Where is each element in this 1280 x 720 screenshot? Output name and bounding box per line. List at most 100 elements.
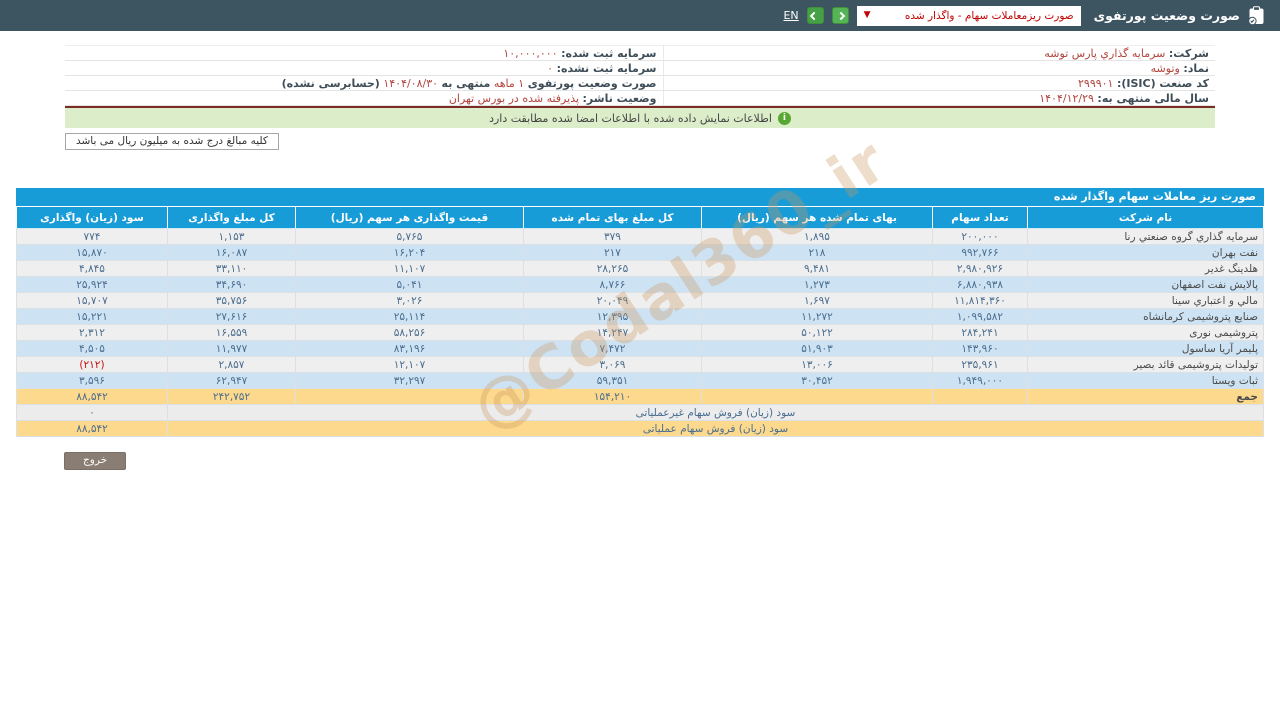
- nonoperating-profit-row: سود (زیان) فروش سهام غیرعملیاتی ۰: [16, 404, 1264, 421]
- company-name-cell: پلیمر آریا ساسول: [1027, 340, 1264, 357]
- value-cell: ۵۱,۹۰۳: [701, 340, 933, 357]
- value-cell: ۶۲,۹۴۷: [167, 372, 296, 389]
- value-cell: ۱۲,۱۰۷: [295, 356, 524, 373]
- nav-back-button[interactable]: [806, 7, 824, 24]
- value-cell: ۲,۹۸۰,۹۲۶: [932, 260, 1028, 277]
- column-header: بهای تمام شده هر سهم (ریال): [701, 206, 933, 229]
- company-field: شرکت: سرمایه گذاري پارس توشه: [662, 45, 1215, 61]
- field-label: کد صنعت (ISIC):: [1116, 76, 1209, 90]
- field-value: سرمایه گذاري پارس توشه: [1044, 46, 1166, 60]
- company-name-cell: پالایش نفت اصفهان: [1027, 276, 1264, 293]
- value-cell: [701, 388, 933, 405]
- value-cell: ۲,۳۱۲: [16, 324, 168, 341]
- value-cell: ۱۴,۲۴۷: [523, 324, 702, 341]
- info-row: کد صنعت (ISIC): ۲۹۹۹۰۱ صورت وضعیت پورتفو…: [65, 75, 1215, 91]
- table-row: پلیمر آریا ساسول ۱۴۳,۹۶۰ ۵۱,۹۰۳ ۷,۴۷۲ ۸۳,۱۹۶…: [16, 340, 1264, 357]
- stock-transactions-section: صورت ریز معاملات سهام واگذار شده نام شرک…: [16, 188, 1264, 437]
- company-name-cell: مالي و اعتباري سينا: [1027, 292, 1264, 309]
- symbol-field: نماد: وتوشه: [662, 60, 1215, 76]
- table-row: تولیدات پتروشیمی قائد بصیر ۲۳۵,۹۶۱ ۱۳,۰۰۶ ۳…: [16, 356, 1264, 373]
- report-type-select[interactable]: صورت ریزمعاملات سهام - واگذار شده ▼: [856, 5, 1081, 26]
- column-header: نام شرکت: [1027, 206, 1264, 229]
- column-header: قیمت واگذاری هر سهم (ریال): [295, 206, 524, 229]
- value-cell: ۲,۸۵۷: [167, 356, 296, 373]
- value-cell: ۱۱,۹۷۷: [167, 340, 296, 357]
- value-cell: ۱۶,۲۰۴: [295, 244, 524, 261]
- field-label: منتهی به: [441, 76, 491, 90]
- registered-capital-field: سرمایه ثبت شده: ۱۰,۰۰۰,۰۰۰: [65, 45, 663, 61]
- company-name-cell: تولیدات پتروشیمی قائد بصیر: [1027, 356, 1264, 373]
- field-label: سرمایه ثبت شده:: [561, 46, 657, 60]
- value-cell: ۳۲,۲۹۷: [295, 372, 524, 389]
- value-cell: ۱,۱۵۳: [167, 228, 296, 245]
- value-cell: ۱۵,۲۲۱: [16, 308, 168, 325]
- value-cell: ۳۵,۷۵۶: [167, 292, 296, 309]
- company-name-cell: سرمایه گذاري گروه صنعتي رنا: [1027, 228, 1264, 245]
- total-gain-cell: ۸۸,۵۴۲: [16, 388, 168, 405]
- value-cell: ۱,۰۹۹,۵۸۲: [932, 308, 1028, 325]
- value-cell: ۴,۵۰۵: [16, 340, 168, 357]
- value-cell: ۲۱۷: [523, 244, 702, 261]
- company-info-panel: شرکت: سرمایه گذاري پارس توشه سرمایه ثبت …: [65, 45, 1215, 106]
- field-label: وضعیت ناشر:: [582, 91, 657, 105]
- value-cell: ۸۳,۱۹۶: [295, 340, 524, 357]
- value-cell: (۲۱۲): [16, 356, 168, 373]
- value-cell: ۱,۶۹۷: [701, 292, 933, 309]
- language-link[interactable]: EN: [783, 9, 798, 22]
- value-cell: ۸۸,۵۴۲: [16, 420, 168, 437]
- value-cell: ۵۹,۳۵۱: [523, 372, 702, 389]
- table-row: مالي و اعتباري سينا ۱۱,۸۱۴,۳۶۰ ۱,۶۹۷ ۲۰,۰۴۹…: [16, 292, 1264, 309]
- fiscal-year-field: سال مالی منتهی به: ۱۴۰۴/۱۲/۲۹: [662, 90, 1215, 106]
- top-navigation-bar: صورت وضعیت پورتفوی صورت ریزمعاملات سهام …: [0, 0, 1280, 31]
- stock-table: نام شرکت تعداد سهام بهای تمام شده هر سهم…: [16, 206, 1264, 437]
- value-cell: [932, 388, 1028, 405]
- unregistered-capital-field: سرمایه ثبت نشده: ۰: [65, 60, 663, 76]
- column-header: سود (زیان) واگذاری: [16, 206, 168, 229]
- field-label: نماد:: [1183, 61, 1209, 75]
- value-cell: ۴,۸۴۵: [16, 260, 168, 277]
- value-cell: ۱,۹۴۹,۰۰۰: [932, 372, 1028, 389]
- company-name-cell: ثبات ویستا: [1027, 372, 1264, 389]
- alert-text: اطلاعات نمایش داده شده با اطلاعات امضا ش…: [489, 111, 772, 125]
- company-name-cell: پتروشیمی نوری: [1027, 324, 1264, 341]
- table-row: نفت بهران ۹۹۲,۷۶۶ ۲۱۸ ۲۱۷ ۱۶,۲۰۴ ۱۶,۰۸۷ ۱۵,۸۷۰: [16, 244, 1264, 261]
- column-header: کل مبلغ بهای تمام شده: [523, 206, 702, 229]
- row-label: سود (زیان) فروش سهام عملیاتی: [167, 420, 1264, 437]
- company-name-cell: نفت بهران: [1027, 244, 1264, 261]
- field-value: پذیرفته شده در بورس تهران: [448, 91, 580, 105]
- value-cell: ۲۰۰,۰۰۰: [932, 228, 1028, 245]
- value-cell: ۳,۰۶۹: [523, 356, 702, 373]
- value-cell: ۰: [16, 404, 168, 421]
- table-row: ثبات ویستا ۱,۹۴۹,۰۰۰ ۳۰,۴۵۲ ۵۹,۳۵۱ ۳۲,۲۹۷ ۶۲,…: [16, 372, 1264, 389]
- value-cell: ۳۳,۱۱۰: [167, 260, 296, 277]
- table-row: پتروشیمی نوری ۲۸۴,۲۴۱ ۵۰,۱۲۲ ۱۴,۲۴۷ ۵۸,۲۵۶ ۱۶…: [16, 324, 1264, 341]
- total-label: جمع: [1027, 388, 1264, 405]
- value-cell: ۲۵,۹۲۴: [16, 276, 168, 293]
- period-statement-field: صورت وضعیت پورتفوی ۱ ماهه منتهی به ۱۴۰۴/…: [65, 75, 663, 91]
- column-header: تعداد سهام: [932, 206, 1028, 229]
- caret-down-icon: ▼: [863, 10, 871, 20]
- value-cell: ۸,۷۶۶: [523, 276, 702, 293]
- value-cell: ۵۸,۲۵۶: [295, 324, 524, 341]
- value-cell: ۱,۲۷۳: [701, 276, 933, 293]
- total-row: جمع ۱۵۴,۲۱۰ ۲۴۲,۷۵۲ ۸۸,۵۴۲: [16, 388, 1264, 405]
- chevron-right-icon: [836, 11, 846, 20]
- table-row: سرمایه گذاري گروه صنعتي رنا ۲۰۰,۰۰۰ ۱,۸۹۵ ۳…: [16, 228, 1264, 245]
- value-cell: ۵,۷۶۵: [295, 228, 524, 245]
- table-row: هلدینگ غدیر ۲,۹۸۰,۹۲۶ ۹,۴۸۱ ۲۸,۲۶۵ ۱۱,۱۰۷ ۳۳,…: [16, 260, 1264, 277]
- field-value: ۱۰,۰۰۰,۰۰۰: [503, 46, 558, 60]
- column-header: کل مبلغ واگذاری: [167, 206, 296, 229]
- issuer-status-field: وضعیت ناشر: پذیرفته شده در بورس تهران: [65, 90, 663, 106]
- info-row: نماد: وتوشه سرمایه ثبت نشده: ۰: [65, 60, 1215, 76]
- value-cell: ۲۱۸: [701, 244, 933, 261]
- field-value: ۲۹۹۹۰۱: [1078, 76, 1114, 90]
- signature-match-alert: i اطلاعات نمایش داده شده با اطلاعات امضا…: [65, 108, 1215, 128]
- nav-forward-button[interactable]: [831, 7, 849, 24]
- value-cell: ۵,۰۴۱: [295, 276, 524, 293]
- info-row: شرکت: سرمایه گذاري پارس توشه سرمایه ثبت …: [65, 45, 1215, 61]
- company-name-cell: هلدینگ غدیر: [1027, 260, 1264, 277]
- exit-button[interactable]: خروج: [64, 452, 127, 470]
- report-type-selected-value: صورت ریزمعاملات سهام - واگذار شده: [904, 9, 1074, 22]
- unit-note: کلیه مبالغ درج شده به میلیون ریال می باش…: [65, 133, 279, 150]
- value-cell: ۱۶,۰۸۷: [167, 244, 296, 261]
